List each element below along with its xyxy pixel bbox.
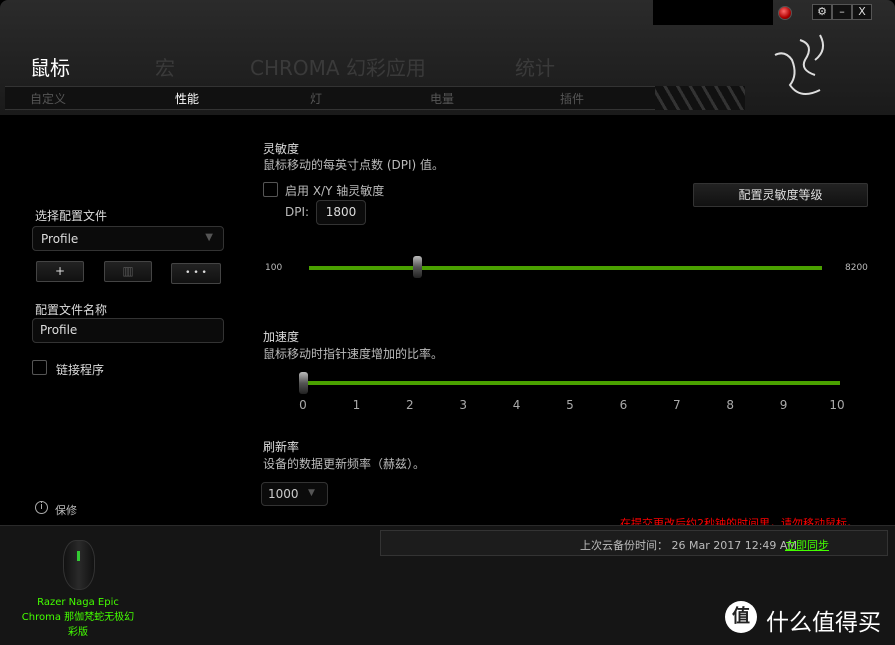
dpi-label: DPI: <box>285 205 310 219</box>
dpi-slider-track[interactable] <box>309 266 822 270</box>
dpi-input[interactable]: 1800 <box>316 200 366 225</box>
mouse-device-image[interactable] <box>63 540 95 590</box>
acceleration-tick-label: 5 <box>566 398 574 412</box>
watermark-badge: 值 <box>725 601 757 633</box>
watermark-text: 什么值得买 <box>766 610 881 636</box>
acceleration-slider-track[interactable] <box>303 381 840 385</box>
dpi-slider-thumb[interactable] <box>412 256 422 278</box>
profile-dropdown[interactable]: Profile ▼ <box>32 226 224 251</box>
razer-logo-icon <box>774 34 825 95</box>
dpi-min-label: 100 <box>265 263 283 273</box>
acceleration-title: 加速度 <box>263 330 300 344</box>
subtab-plugins[interactable]: 插件 <box>560 90 584 107</box>
tab-macro[interactable]: 宏 <box>155 52 175 81</box>
chevron-down-icon: ▼ <box>308 488 315 498</box>
acceleration-tick-label: 10 <box>829 398 845 412</box>
subtab-power[interactable]: 电量 <box>430 90 454 107</box>
polling-rate-dropdown[interactable]: 1000 ▼ <box>261 482 328 506</box>
profile-selected: Profile <box>41 232 79 246</box>
acceleration-tick-label: 7 <box>672 398 681 412</box>
tab-mouse[interactable]: 鼠标 <box>30 52 70 81</box>
profile-name-label: 配置文件名称 <box>35 303 108 317</box>
acceleration-tick-label: 2 <box>405 398 414 412</box>
sync-now-link[interactable]: 立即同步 <box>785 537 829 553</box>
link-program-label: 链接程序 <box>56 363 105 377</box>
xy-sensitivity-label: 启用 X/Y 轴灵敏度 <box>285 184 385 198</box>
sub-tab-bar <box>5 86 655 110</box>
acceleration-tick-label: 3 <box>459 398 467 412</box>
subtab-customize[interactable]: 自定义 <box>30 90 66 107</box>
xy-sensitivity-checkbox[interactable] <box>263 182 278 197</box>
sensitivity-desc: 鼠标移动的每英寸点数 (DPI) 值。 <box>263 158 445 172</box>
subtab-lighting[interactable]: 灯 <box>310 90 322 107</box>
configure-sensitivity-button[interactable]: 配置灵敏度等级 <box>693 183 868 207</box>
acceleration-tick-label: 4 <box>512 398 521 412</box>
gear-icon[interactable]: ⚙ <box>812 4 832 20</box>
trash-icon[interactable]: ▥ <box>104 261 152 282</box>
link-program-checkbox[interactable] <box>32 360 47 375</box>
tab-chroma[interactable]: CHROMA 幻彩应用 <box>250 52 426 81</box>
profile-name-input[interactable]: Profile <box>32 318 224 343</box>
decorative-stripes <box>655 86 745 110</box>
repair-link[interactable]: 保修 <box>55 502 77 518</box>
acceleration-tick-label: 9 <box>779 398 788 412</box>
polling-rate-value: 1000 <box>268 487 299 501</box>
close-button[interactable]: X <box>852 4 872 20</box>
tab-stats[interactable]: 统计 <box>515 52 555 81</box>
acceleration-desc: 鼠标移动时指针速度增加的比率。 <box>263 347 444 361</box>
acceleration-tick-label: 6 <box>619 398 628 412</box>
title-area <box>653 0 773 25</box>
sensitivity-title: 灵敏度 <box>263 142 300 156</box>
more-button[interactable]: • • • <box>171 263 221 284</box>
acceleration-tick-label: 8 <box>726 398 734 412</box>
minimize-button[interactable]: – <box>832 4 852 20</box>
polling-title: 刷新率 <box>263 440 300 454</box>
device-name: Razer Naga Epic Chroma 那伽梵蛇无极幻彩版 <box>21 597 135 638</box>
info-icon[interactable]: i <box>35 501 48 514</box>
add-profile-button[interactable]: + <box>36 261 84 282</box>
acceleration-tick-label: 1 <box>352 398 361 412</box>
profile-name-value: Profile <box>40 323 78 337</box>
acceleration-tick-label: 0 <box>299 398 307 412</box>
subtab-performance[interactable]: 性能 <box>175 90 199 107</box>
chevron-down-icon: ▼ <box>205 232 213 243</box>
backup-time: 上次云备份时间： 26 Mar 2017 12:49 AM <box>580 539 797 552</box>
red-record-icon[interactable] <box>778 6 792 20</box>
select-profile-label: 选择配置文件 <box>35 209 108 223</box>
acceleration-slider-thumb[interactable] <box>299 372 308 394</box>
polling-desc: 设备的数据更新频率（赫兹）。 <box>263 457 426 471</box>
dpi-max-label: 8200 <box>845 263 868 273</box>
